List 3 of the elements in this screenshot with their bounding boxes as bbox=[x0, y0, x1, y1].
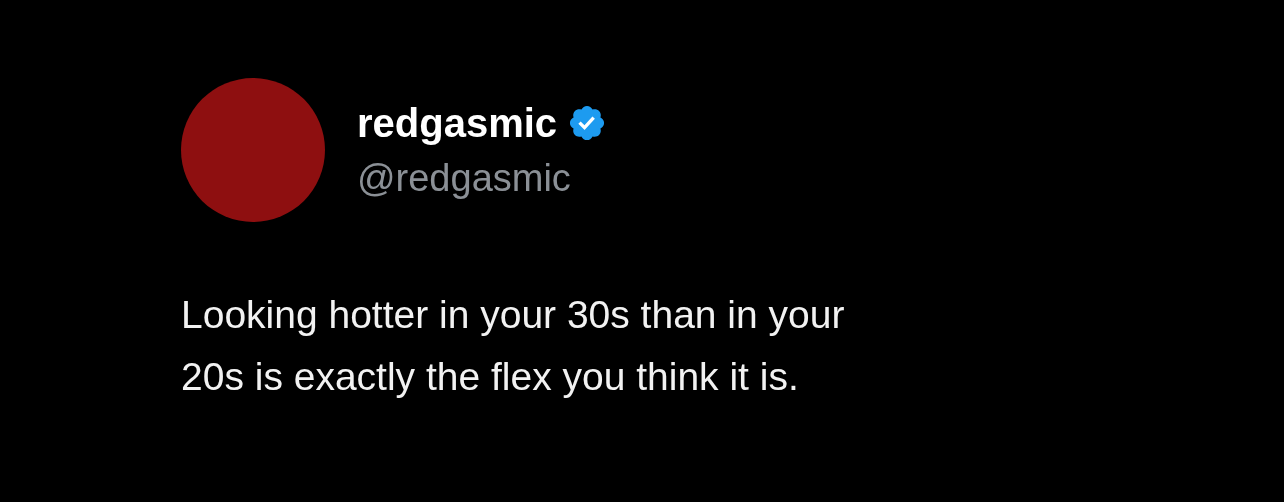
tweet-text: Looking hotter in your 30s than in your 20s is exactly the flex you think it is. bbox=[181, 292, 846, 400]
display-name: redgasmic bbox=[357, 100, 558, 147]
user-handle: @redgasmic bbox=[357, 156, 572, 201]
